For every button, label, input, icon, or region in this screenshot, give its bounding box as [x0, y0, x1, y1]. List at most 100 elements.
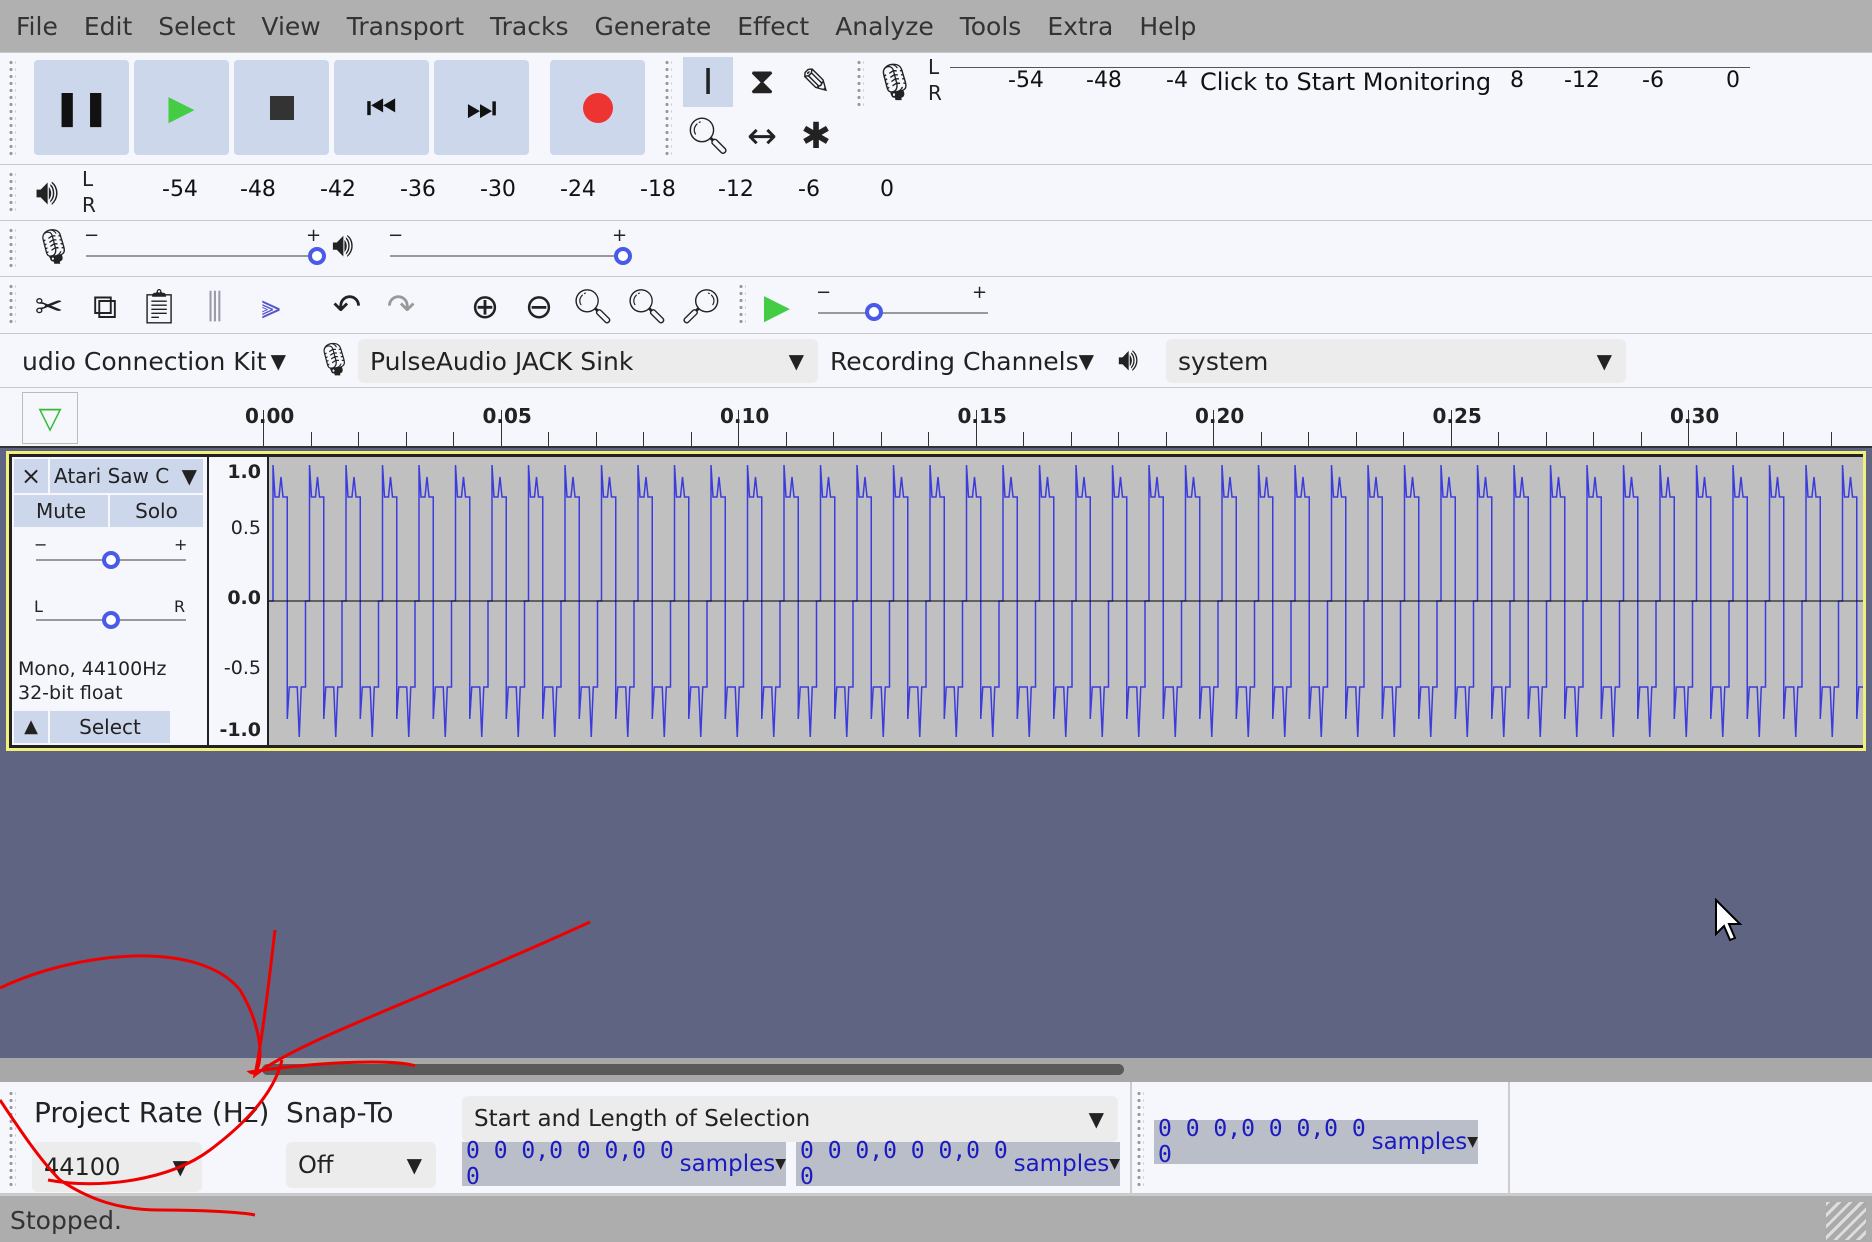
meter-tick-label: -42 [320, 177, 356, 202]
audio-track: × Atari Saw C ▼ Mute Solo − + L R Mono, 4… [6, 451, 1866, 751]
meter-tick-label: -48 [240, 177, 276, 202]
track-menu-button[interactable]: Atari Saw C ▼ [50, 459, 203, 493]
ruler-tick [1403, 432, 1404, 446]
menu-select[interactable]: Select [158, 12, 235, 41]
selection-tool[interactable]: I [683, 57, 733, 107]
ruler-tick [548, 432, 549, 446]
microphone-icon: 🎙︎ [872, 62, 918, 103]
vertical-scale: 1.0 0.5 0.0 -0.5 -1.0 [209, 457, 267, 745]
zoom-out-button[interactable]: ⊖ [514, 283, 564, 331]
scale-label: -0.5 [223, 657, 261, 679]
menu-transport[interactable]: Transport [347, 12, 464, 41]
zoom-in-button[interactable]: ⊕ [460, 283, 510, 331]
fit-selection-icon: 🔍︎ [571, 287, 615, 327]
track-close-button[interactable]: × [14, 459, 48, 493]
play-button[interactable]: ▶ [134, 60, 229, 155]
recording-channels-dropdown[interactable]: Recording Channels ▼ [818, 339, 1108, 383]
record-meter[interactable]: -54 -48 -4 8 -12 -6 0 Click to Start Monitoring [950, 67, 1750, 107]
selection-mode-dropdown[interactable]: Start and Length of Selection ▼ [462, 1096, 1118, 1142]
gain-slider-thumb[interactable] [102, 551, 120, 569]
ruler-tick-label: 0.05 [482, 404, 532, 428]
selection-length-field[interactable]: 0 0 0,0 0 0,0 0 0 samples ▼ [796, 1138, 1120, 1190]
select-track-button[interactable]: Select [50, 711, 170, 743]
fit-selection-button[interactable]: 🔍︎ [568, 283, 618, 331]
playback-device-dropdown[interactable]: system ▼ [1166, 339, 1626, 383]
menu-help[interactable]: Help [1139, 12, 1196, 41]
menu-file[interactable]: File [16, 12, 58, 41]
meter-tick-label: -6 [1642, 68, 1664, 93]
start-monitoring-prompt[interactable]: Click to Start Monitoring [1200, 68, 1491, 96]
menu-extra[interactable]: Extra [1047, 12, 1113, 41]
fit-project-button[interactable]: 🔍︎ [622, 283, 672, 331]
stop-button[interactable] [234, 60, 329, 155]
project-rate-dropdown[interactable]: 44100 ▼ [32, 1142, 202, 1192]
scale-label: -1.0 [219, 719, 261, 741]
pause-button[interactable]: ❚❚ [34, 60, 129, 155]
record-button[interactable] [550, 60, 645, 155]
paste-button[interactable]: 📋︎ [134, 283, 184, 331]
zoom-toggle-button[interactable]: 🔎︎ [676, 283, 726, 331]
playback-volume-thumb[interactable] [614, 247, 632, 265]
menu-tools[interactable]: Tools [960, 12, 1022, 41]
draw-tool[interactable]: ✎ [791, 57, 841, 107]
ruler-tick [785, 432, 787, 446]
status-bar: Stopped. [0, 1194, 1872, 1242]
skip-to-start-button[interactable]: ⏮ [334, 60, 429, 155]
triangle-up-icon: ▲ [24, 716, 38, 737]
menu-bar: File Edit Select View Transport Tracks Generat… [0, 0, 1872, 53]
resize-grip[interactable] [1826, 1202, 1866, 1240]
ruler-tick [405, 432, 407, 446]
playback-meter[interactable]: -54 -48 -42 -36 -30 -24 -18 -12 -6 0 [104, 177, 904, 217]
menu-generate[interactable]: Generate [594, 12, 711, 41]
recording-device-dropdown[interactable]: PulseAudio JACK Sink ▼ [358, 339, 818, 383]
solo-button[interactable]: Solo [110, 495, 203, 527]
zoom-tool[interactable]: 🔍︎ [683, 111, 733, 161]
cut-button[interactable]: ✂ [24, 283, 74, 331]
menu-tracks[interactable]: Tracks [490, 12, 568, 41]
ruler-tick [833, 432, 834, 446]
play-speed-thumb[interactable] [865, 303, 883, 321]
audio-position-field[interactable]: 0 0 0,0 0 0,0 0 0 samples ▼ [1154, 1116, 1478, 1168]
menu-effect[interactable]: Effect [737, 12, 809, 41]
collapse-track-button[interactable]: ▲ [14, 711, 48, 743]
microphone-icon: 🎙︎ [32, 227, 76, 267]
menu-view[interactable]: View [261, 12, 320, 41]
silence-audio-icon: ⫸ [261, 287, 281, 327]
selection-start-field[interactable]: 0 0 0,0 0 0,0 0 0 samples ▼ [462, 1138, 786, 1190]
multi-tool[interactable]: ✱ [791, 111, 841, 161]
meter-tick-label: -6 [798, 177, 820, 202]
ruler-tick-label: 0.25 [1432, 404, 1482, 428]
ruler-tick [1023, 432, 1024, 446]
play-at-speed-button[interactable]: ▶ [752, 283, 802, 331]
ruler-tick [1830, 432, 1832, 446]
trim-button[interactable]: ⫼ [190, 283, 240, 331]
menu-analyze[interactable]: Analyze [835, 12, 934, 41]
timeshift-tool[interactable]: ↔ [737, 111, 787, 161]
silence-button[interactable]: ⫸ [246, 283, 296, 331]
ruler-tick-label: 0.10 [720, 404, 770, 428]
play-speed-slider[interactable] [818, 312, 988, 314]
mute-button[interactable]: Mute [14, 495, 108, 527]
audio-host-dropdown[interactable]: udio Connection Kit ▼ [10, 339, 300, 383]
skip-to-end-button[interactable]: ⏭ [434, 60, 529, 155]
playback-meter-button[interactable]: 🔊︎ [22, 168, 72, 218]
redo-button[interactable]: ↷ [376, 283, 426, 331]
scrollbar-thumb[interactable] [262, 1064, 1124, 1075]
snap-to-dropdown[interactable]: Off ▼ [286, 1142, 436, 1188]
horizontal-scrollbar[interactable] [0, 1058, 1872, 1082]
scale-label: 1.0 [227, 461, 261, 483]
envelope-tool[interactable]: ⧗ [737, 57, 787, 107]
record-meter-button[interactable]: 🎙︎ [870, 57, 920, 107]
pan-slider-thumb[interactable] [102, 611, 120, 629]
menu-edit[interactable]: Edit [84, 12, 132, 41]
microphone-icon: 🎙︎ [314, 340, 355, 378]
copy-button[interactable]: ⧉ [80, 283, 130, 331]
meter-tick-label: -48 [1086, 68, 1122, 93]
waveform[interactable] [269, 457, 1863, 745]
undo-button[interactable]: ↶ [322, 283, 372, 331]
recording-volume-thumb[interactable] [308, 247, 326, 265]
clipboard-icon: 📋︎ [137, 287, 181, 327]
playback-volume-slider[interactable] [390, 255, 624, 257]
ruler-tick [1165, 432, 1167, 446]
recording-volume-slider[interactable] [86, 255, 320, 257]
